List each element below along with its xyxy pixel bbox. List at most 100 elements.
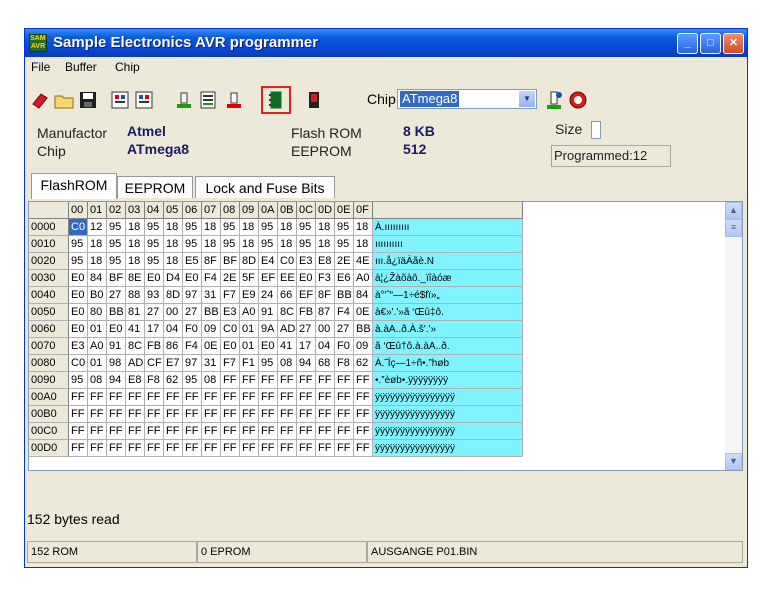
- hex-byte-cell[interactable]: FF: [88, 406, 107, 423]
- hex-byte-cell[interactable]: 01: [88, 355, 107, 372]
- tab-flashrom[interactable]: FlashROM: [31, 173, 117, 199]
- hex-byte-cell[interactable]: B0: [88, 287, 107, 304]
- hex-byte-cell[interactable]: 27: [297, 321, 316, 338]
- menu-file[interactable]: File: [31, 60, 50, 74]
- chip-select[interactable]: ATmega8 ▼: [397, 89, 537, 109]
- hex-byte-cell[interactable]: FF: [259, 406, 278, 423]
- column-header[interactable]: 06: [183, 202, 202, 219]
- column-header[interactable]: 0B: [278, 202, 297, 219]
- hex-byte-cell[interactable]: 97: [183, 287, 202, 304]
- hex-byte-cell[interactable]: 95: [259, 355, 278, 372]
- hex-byte-cell[interactable]: FF: [259, 440, 278, 457]
- hex-byte-cell[interactable]: 8F: [316, 287, 335, 304]
- hex-byte-cell[interactable]: F3: [316, 270, 335, 287]
- hex-byte-cell[interactable]: 8C: [126, 338, 145, 355]
- hex-byte-cell[interactable]: F0: [335, 338, 354, 355]
- hex-byte-cell[interactable]: E0: [107, 321, 126, 338]
- hex-byte-cell[interactable]: 2E: [221, 270, 240, 287]
- hex-byte-cell[interactable]: E0: [221, 338, 240, 355]
- compare-icon[interactable]: [197, 89, 219, 111]
- hex-byte-cell[interactable]: FF: [145, 389, 164, 406]
- title-bar[interactable]: SAMPLE AVR Sample Electronics AVR progra…: [25, 29, 747, 57]
- hex-byte-cell[interactable]: FF: [316, 372, 335, 389]
- hex-byte-cell[interactable]: A0: [354, 270, 373, 287]
- vertical-scrollbar[interactable]: ▲ ≡ ▼: [725, 202, 742, 470]
- hex-byte-cell[interactable]: 95: [107, 219, 126, 236]
- hex-byte-cell[interactable]: E0: [145, 270, 164, 287]
- hex-byte-cell[interactable]: FF: [240, 389, 259, 406]
- tab-eeprom[interactable]: EEPROM: [117, 176, 193, 198]
- hex-byte-cell[interactable]: E3: [221, 304, 240, 321]
- hex-byte-cell[interactable]: 01: [240, 321, 259, 338]
- column-header[interactable]: 07: [202, 202, 221, 219]
- tab-lock-fuse-bits[interactable]: Lock and Fuse Bits: [195, 176, 335, 198]
- hex-byte-cell[interactable]: F7: [221, 287, 240, 304]
- hex-byte-cell[interactable]: 95: [69, 253, 88, 270]
- hex-byte-cell[interactable]: 18: [354, 219, 373, 236]
- hex-byte-cell[interactable]: FF: [88, 389, 107, 406]
- hex-byte-cell[interactable]: 01: [240, 338, 259, 355]
- read-chip-icon[interactable]: [109, 89, 131, 111]
- hex-byte-cell[interactable]: 18: [164, 236, 183, 253]
- hex-byte-cell[interactable]: 0E: [354, 304, 373, 321]
- hex-byte-cell[interactable]: E8: [316, 253, 335, 270]
- hex-byte-cell[interactable]: 08: [278, 355, 297, 372]
- hex-byte-cell[interactable]: F7: [221, 355, 240, 372]
- hex-byte-cell[interactable]: FF: [316, 423, 335, 440]
- hex-byte-cell[interactable]: 95: [297, 236, 316, 253]
- chevron-down-icon[interactable]: ▼: [519, 91, 535, 107]
- hex-byte-cell[interactable]: FF: [278, 389, 297, 406]
- hex-byte-cell[interactable]: 01: [88, 321, 107, 338]
- hex-byte-cell[interactable]: FF: [335, 440, 354, 457]
- hex-byte-cell[interactable]: AD: [278, 321, 297, 338]
- hex-byte-cell[interactable]: FF: [164, 440, 183, 457]
- hex-byte-cell[interactable]: 95: [297, 219, 316, 236]
- hex-byte-cell[interactable]: 27: [335, 321, 354, 338]
- hex-byte-cell[interactable]: 95: [107, 253, 126, 270]
- hex-byte-cell[interactable]: 41: [126, 321, 145, 338]
- hex-byte-cell[interactable]: 12: [88, 219, 107, 236]
- hex-byte-cell[interactable]: 91: [259, 304, 278, 321]
- hex-byte-cell[interactable]: 8F: [202, 253, 221, 270]
- hex-byte-cell[interactable]: 95: [69, 372, 88, 389]
- hex-byte-cell[interactable]: 95: [145, 253, 164, 270]
- menu-buffer[interactable]: Buffer: [65, 60, 97, 74]
- column-header[interactable]: 01: [88, 202, 107, 219]
- write-chip-icon[interactable]: [133, 89, 155, 111]
- hex-byte-cell[interactable]: 18: [316, 219, 335, 236]
- hex-byte-cell[interactable]: 27: [183, 304, 202, 321]
- hex-byte-cell[interactable]: 95: [335, 219, 354, 236]
- hex-byte-cell[interactable]: 94: [107, 372, 126, 389]
- hex-byte-cell[interactable]: 18: [164, 219, 183, 236]
- hex-byte-cell[interactable]: E5: [183, 253, 202, 270]
- hex-byte-cell[interactable]: FF: [221, 423, 240, 440]
- hex-byte-cell[interactable]: FF: [107, 406, 126, 423]
- hex-byte-cell[interactable]: 80: [88, 304, 107, 321]
- hex-byte-cell[interactable]: D4: [164, 270, 183, 287]
- hex-byte-cell[interactable]: 94: [297, 355, 316, 372]
- column-header[interactable]: 00: [69, 202, 88, 219]
- hex-byte-cell[interactable]: 8D: [240, 253, 259, 270]
- hex-byte-cell[interactable]: C0: [69, 219, 88, 236]
- hex-byte-cell[interactable]: F0: [183, 321, 202, 338]
- hex-byte-cell[interactable]: 98: [107, 355, 126, 372]
- hex-byte-cell[interactable]: EE: [278, 270, 297, 287]
- hex-byte-cell[interactable]: FF: [69, 440, 88, 457]
- hex-byte-cell[interactable]: 00: [164, 304, 183, 321]
- hex-byte-cell[interactable]: 27: [145, 304, 164, 321]
- hex-byte-cell[interactable]: 31: [202, 355, 221, 372]
- hex-byte-cell[interactable]: 84: [88, 270, 107, 287]
- hex-byte-cell[interactable]: FF: [354, 389, 373, 406]
- hex-byte-cell[interactable]: E0: [69, 304, 88, 321]
- hex-byte-cell[interactable]: FF: [335, 423, 354, 440]
- hex-byte-cell[interactable]: 81: [126, 304, 145, 321]
- hex-byte-cell[interactable]: E9: [240, 287, 259, 304]
- hex-byte-cell[interactable]: FF: [202, 440, 221, 457]
- hex-byte-cell[interactable]: FF: [354, 423, 373, 440]
- hex-byte-cell[interactable]: F1: [240, 355, 259, 372]
- hex-byte-cell[interactable]: E8: [126, 372, 145, 389]
- hex-byte-cell[interactable]: FF: [335, 406, 354, 423]
- hex-byte-cell[interactable]: FF: [316, 389, 335, 406]
- hex-byte-cell[interactable]: FF: [297, 423, 316, 440]
- hex-byte-cell[interactable]: FF: [240, 423, 259, 440]
